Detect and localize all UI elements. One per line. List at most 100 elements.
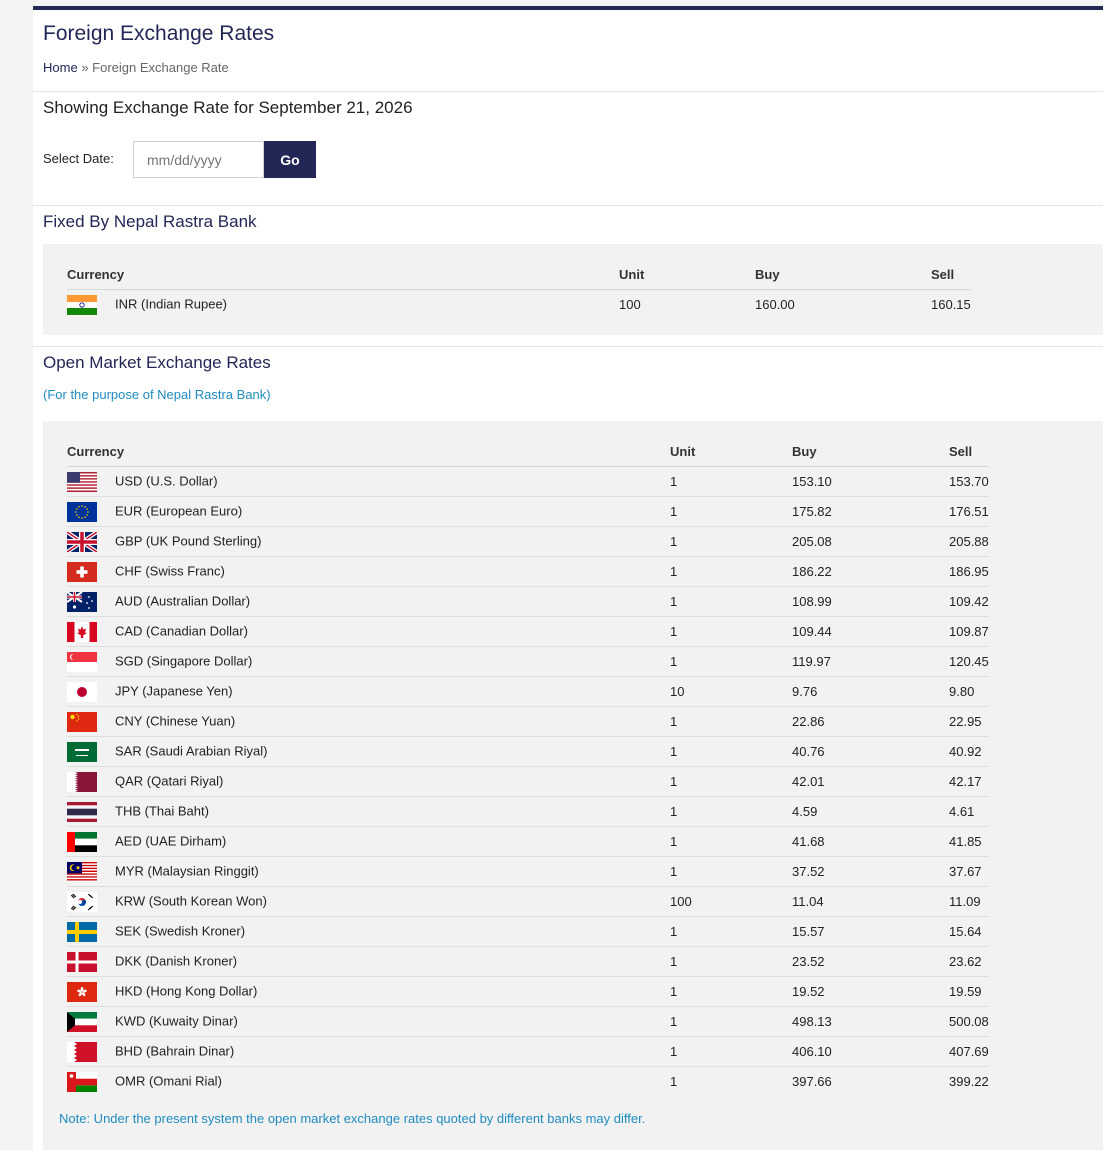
singapore-flag-icon: [67, 651, 97, 672]
buy-rate-cell: 160.00: [755, 297, 795, 312]
unit-cell: 1: [670, 1006, 792, 1037]
unit-cell: 100: [670, 886, 792, 917]
china-flag-icon: [67, 711, 97, 732]
sell-rate-cell: 9.80: [949, 676, 989, 707]
currency-name: THB (Thai Baht): [115, 802, 209, 818]
table-row: CAD (Canadian Dollar) 1 109.44 109.87: [67, 616, 989, 647]
unit-cell: 1: [670, 976, 792, 1007]
table-row: SGD (Singapore Dollar) 1 119.97 120.45: [67, 646, 989, 677]
currency-cell: KWD (Kuwaity Dinar): [67, 1006, 670, 1037]
buy-rate-cell: 37.52: [792, 856, 949, 887]
unit-cell: 1: [670, 526, 792, 557]
unit-cell: 1: [670, 466, 792, 497]
table-row: INR (Indian Rupee) 100 160.00 160.15: [67, 290, 971, 320]
canada-flag-icon: [67, 621, 97, 642]
currency-cell: HKD (Hong Kong Dollar): [67, 976, 670, 1007]
unit-cell: 1: [670, 1074, 678, 1089]
table-row: KRW (South Korean Won) 100 11.04 11.09: [67, 886, 989, 917]
disclaimer-note: Note: Under the present system the open …: [59, 1111, 646, 1126]
kuwait-flag-icon: [67, 1011, 97, 1032]
table-row: EUR (European Euro) 1 175.82 176.51: [67, 496, 989, 527]
sell-rate-cell: 500.08: [949, 1006, 989, 1037]
unit-cell: 1: [670, 556, 792, 587]
go-button[interactable]: Go: [264, 141, 316, 178]
india-flag-icon: [67, 294, 97, 315]
table-row: HKD (Hong Kong Dollar) 1 19.52 19.59: [67, 976, 989, 1007]
unit-cell: 1: [670, 496, 792, 527]
column-header-unit: Unit: [619, 259, 755, 290]
buy-rate-cell: 11.04: [792, 886, 949, 917]
sell-rate-cell: 42.17: [949, 766, 989, 797]
sell-rate-cell: 186.95: [949, 556, 989, 587]
thailand-flag-icon: [67, 801, 97, 822]
unit-cell: 10: [670, 676, 792, 707]
table-row: CNY (Chinese Yuan) 1 22.86 22.95: [67, 706, 989, 737]
sell-rate-cell: 109.87: [949, 616, 989, 647]
switzerland-flag-icon: [67, 561, 97, 582]
currency-cell: QAR (Qatari Riyal): [67, 766, 670, 797]
unit-cell: 1: [670, 1036, 792, 1067]
currency-name: SAR (Saudi Arabian Riyal): [115, 742, 268, 758]
currency-cell: AUD (Australian Dollar): [67, 586, 670, 617]
divider: [33, 346, 1103, 347]
open-market-table: Currency Unit Buy Sell USD (U.S. Dollar)…: [67, 436, 989, 1096]
currency-name: USD (U.S. Dollar): [115, 472, 218, 488]
column-header-currency: Currency: [67, 259, 619, 290]
currency-name: SGD (Singapore Dollar): [115, 652, 253, 668]
qatar-flag-icon: [67, 771, 97, 792]
sell-rate-cell: 19.59: [949, 976, 989, 1007]
buy-rate-cell: 4.59: [792, 796, 949, 827]
currency-cell: MYR (Malaysian Ringgit): [67, 856, 670, 887]
page-title: Foreign Exchange Rates: [43, 22, 275, 45]
buy-rate-cell: 41.68: [792, 826, 949, 857]
denmark-flag-icon: [67, 951, 97, 972]
date-heading: Showing Exchange Rate for September 21, …: [43, 98, 413, 117]
currency-cell: BHD (Bahrain Dinar): [67, 1036, 670, 1067]
table-row: DKK (Danish Kroner) 1 23.52 23.62: [67, 946, 989, 977]
currency-name: MYR (Malaysian Ringgit): [115, 862, 259, 878]
table-row: KWD (Kuwaity Dinar) 1 498.13 500.08: [67, 1006, 989, 1037]
sell-rate-cell: 205.88: [949, 526, 989, 557]
table-row: SEK (Swedish Kroner) 1 15.57 15.64: [67, 916, 989, 947]
currency-name: EUR (European Euro): [115, 502, 243, 518]
sell-rate-cell: 4.61: [949, 796, 989, 827]
table-row: AUD (Australian Dollar) 1 108.99 109.42: [67, 586, 989, 617]
currency-cell: SAR (Saudi Arabian Riyal): [67, 736, 670, 767]
table-row: BHD (Bahrain Dinar) 1 406.10 407.69: [67, 1036, 989, 1067]
sell-rate-cell: 407.69: [949, 1036, 989, 1067]
currency-cell: THB (Thai Baht): [67, 796, 670, 827]
currency-cell: INR (Indian Rupee): [67, 290, 619, 320]
date-input[interactable]: [133, 141, 264, 178]
unit-cell: 1: [670, 766, 792, 797]
divider: [33, 205, 1103, 206]
currency-name: HKD (Hong Kong Dollar): [115, 982, 258, 998]
breadcrumb-current: Foreign Exchange Rate: [92, 60, 229, 75]
buy-rate-cell: 9.76: [792, 676, 949, 707]
sell-rate-cell: 40.92: [949, 736, 989, 767]
currency-name: KWD (Kuwaity Dinar): [115, 1012, 238, 1028]
currency-cell: OMR (Omani Rial): [67, 1067, 670, 1097]
oman-flag-icon: [67, 1071, 97, 1092]
unit-cell: 1: [670, 646, 792, 677]
south-korea-flag-icon: [67, 891, 97, 912]
sell-rate-cell: 11.09: [949, 886, 989, 917]
sell-rate-cell: 23.62: [949, 946, 989, 977]
currency-cell: JPY (Japanese Yen): [67, 676, 670, 707]
hong-kong-flag-icon: [67, 981, 97, 1002]
currency-name: AUD (Australian Dollar): [115, 592, 251, 608]
currency-name: GBP (UK Pound Sterling): [115, 532, 262, 548]
currency-cell: EUR (European Euro): [67, 496, 670, 527]
table-row: QAR (Qatari Riyal) 1 42.01 42.17: [67, 766, 989, 797]
buy-rate-cell: 23.52: [792, 946, 949, 977]
uk-flag-icon: [67, 531, 97, 552]
unit-cell: 1: [670, 706, 792, 737]
currency-name: KRW (South Korean Won): [115, 892, 267, 908]
open-market-subtitle: (For the purpose of Nepal Rastra Bank): [43, 387, 271, 402]
buy-rate-cell: 186.22: [792, 556, 949, 587]
column-header-currency: Currency: [67, 436, 670, 467]
buy-rate-cell: 108.99: [792, 586, 949, 617]
table-row: JPY (Japanese Yen) 10 9.76 9.80: [67, 676, 989, 707]
breadcrumb-home-link[interactable]: Home: [43, 60, 78, 75]
column-header-unit: Unit: [670, 436, 792, 467]
buy-rate-cell: 406.10: [792, 1036, 949, 1067]
